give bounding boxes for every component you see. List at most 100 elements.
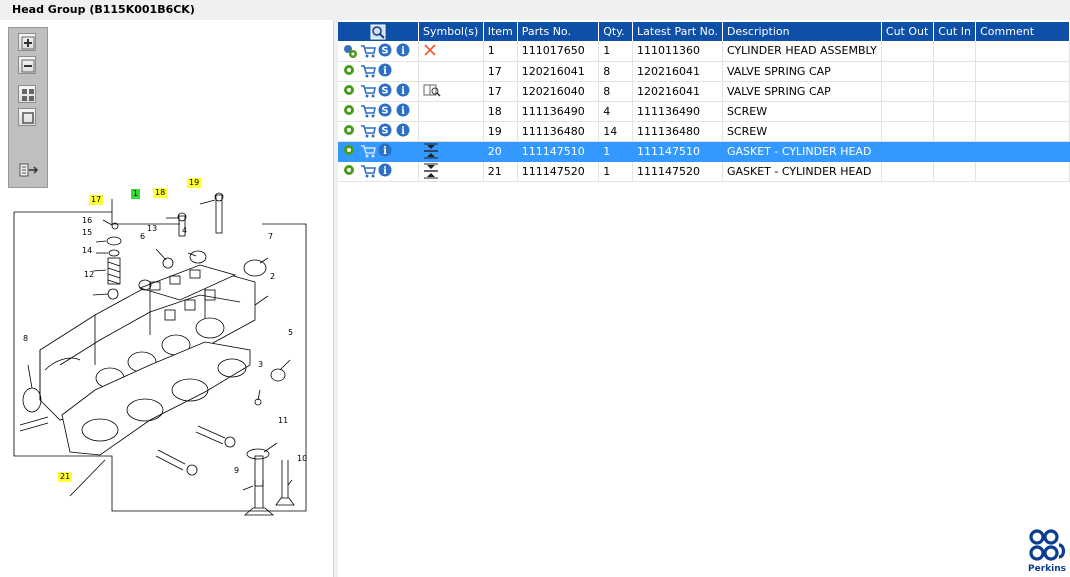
column-header-qty[interactable]: Qty. xyxy=(598,22,633,41)
description-cell: VALVE SPRING CAP xyxy=(722,61,882,82)
supersession-icon[interactable]: S xyxy=(378,83,394,99)
table-row[interactable]: i 21 111147520 1 111147520 GASKET - CYLINDER … xyxy=(338,161,1070,182)
gear-icon[interactable] xyxy=(342,143,358,159)
cut-out-cell xyxy=(881,81,935,102)
gears-icon[interactable] xyxy=(342,43,358,59)
callout-18[interactable]: 18 xyxy=(153,188,168,198)
window-title: Head Group (B115K001B6CK) xyxy=(12,3,195,16)
table-row[interactable]: Si 1 111017650 1 111011360 CYLINDER HEAD ASSE… xyxy=(338,41,1070,62)
cut-in-cell xyxy=(933,61,977,82)
qty-cell: 14 xyxy=(598,121,633,142)
info-icon[interactable]: i xyxy=(378,163,394,179)
svg-text:S: S xyxy=(381,126,388,137)
column-header-cut-out[interactable]: Cut Out xyxy=(881,22,935,41)
callout-8[interactable]: 8 xyxy=(21,334,30,344)
diagram-pane[interactable]: 17 1 18 19 16 15 14 13 6 4 7 12 2 8 5 3 … xyxy=(0,20,334,577)
callout-3[interactable]: 3 xyxy=(256,360,265,370)
column-header-parts-no[interactable]: Parts No. xyxy=(517,22,600,41)
column-header-item[interactable]: Item xyxy=(483,22,518,41)
symbol-cell xyxy=(418,61,484,82)
cart-icon[interactable] xyxy=(360,103,376,119)
callout-1[interactable]: 1 xyxy=(131,189,141,199)
gear-icon[interactable] xyxy=(342,123,358,139)
callout-7[interactable]: 7 xyxy=(266,232,275,242)
info-icon[interactable]: i xyxy=(378,143,394,159)
comment-cell xyxy=(975,41,1070,62)
cart-icon[interactable] xyxy=(360,63,376,79)
column-header-tools[interactable] xyxy=(338,22,419,41)
table-row[interactable]: i 17 120216041 8 120216041 VALVE SPRING CAP xyxy=(338,61,1070,82)
cart-icon[interactable] xyxy=(360,43,376,59)
parts-list-pane: Symbol(s) Item Parts No. Qty. Latest Par… xyxy=(338,20,1070,577)
callout-4[interactable]: 4 xyxy=(180,226,189,236)
callout-9[interactable]: 9 xyxy=(232,466,241,476)
item-cell: 19 xyxy=(483,121,518,142)
callout-2[interactable]: 2 xyxy=(268,272,277,282)
description-cell: SCREW xyxy=(722,121,882,142)
gear-icon[interactable] xyxy=(342,83,358,99)
callout-5[interactable]: 5 xyxy=(286,328,295,338)
info-icon[interactable]: i xyxy=(378,63,394,79)
comment-cell xyxy=(975,81,1070,102)
info-icon[interactable]: i xyxy=(396,83,412,99)
cross-icon[interactable] xyxy=(423,43,439,59)
info-icon[interactable]: i xyxy=(396,103,412,119)
callout-21[interactable]: 21 xyxy=(58,472,73,482)
description-cell: SCREW xyxy=(722,101,882,122)
table-row[interactable]: Si 19 111136480 14 111136480 SCREW xyxy=(338,121,1070,142)
latest-part-no-cell: 111136490 xyxy=(632,101,723,122)
supersession-icon[interactable]: S xyxy=(378,43,394,59)
callout-13[interactable]: 13 xyxy=(145,224,159,234)
callout-17[interactable]: 17 xyxy=(89,195,104,205)
cart-icon[interactable] xyxy=(360,83,376,99)
svg-text:S: S xyxy=(381,45,388,56)
cut-out-cell xyxy=(881,161,935,182)
comment-cell xyxy=(975,141,1070,162)
qty-cell: 1 xyxy=(598,41,633,62)
cart-icon[interactable] xyxy=(360,123,376,139)
callout-10[interactable]: 10 xyxy=(295,454,309,464)
item-cell: 17 xyxy=(483,81,518,102)
column-header-latest-part-no[interactable]: Latest Part No. xyxy=(632,22,723,41)
callout-15[interactable]: 15 xyxy=(80,228,94,238)
perkins-logo-icon xyxy=(1029,529,1066,561)
parts-no-cell: 111147520 xyxy=(517,161,600,182)
latest-part-no-cell: 120216041 xyxy=(632,81,723,102)
column-header-comment[interactable]: Comment xyxy=(975,22,1070,41)
gear-icon[interactable] xyxy=(342,163,358,179)
table-row[interactable]: i 20 111147510 1 111147510 GASKET - CYLINDER … xyxy=(338,141,1070,162)
compress-icon[interactable] xyxy=(423,143,439,159)
callout-14[interactable]: 14 xyxy=(80,246,94,256)
qty-cell: 8 xyxy=(598,81,633,102)
supersession-icon[interactable]: S xyxy=(378,123,394,139)
gear-icon[interactable] xyxy=(342,63,358,79)
info-icon[interactable]: i xyxy=(396,43,412,59)
column-header-symbols[interactable]: Symbol(s) xyxy=(418,22,484,41)
book-search-icon[interactable] xyxy=(423,83,441,99)
column-header-description[interactable]: Description xyxy=(722,22,882,41)
info-icon[interactable]: i xyxy=(396,123,412,139)
table-row[interactable]: Si 17 120216040 8 120216041 VALVE SPRING CAP xyxy=(338,81,1070,102)
parts-no-cell: 120216041 xyxy=(517,61,600,82)
supersession-icon[interactable]: S xyxy=(378,103,394,119)
item-cell: 1 xyxy=(483,41,518,62)
compress-icon[interactable] xyxy=(423,163,439,179)
row-actions: i xyxy=(338,61,419,82)
callout-6[interactable]: 6 xyxy=(138,232,147,242)
comment-cell xyxy=(975,61,1070,82)
callout-11[interactable]: 11 xyxy=(276,416,290,426)
qty-cell: 4 xyxy=(598,101,633,122)
exploded-diagram[interactable] xyxy=(0,20,334,577)
latest-part-no-cell: 120216041 xyxy=(632,61,723,82)
table-header: Symbol(s) Item Parts No. Qty. Latest Par… xyxy=(338,22,1070,41)
search-icon xyxy=(370,24,386,39)
callout-19[interactable]: 19 xyxy=(187,178,202,188)
cart-icon[interactable] xyxy=(360,163,376,179)
cart-disabled-icon[interactable] xyxy=(360,143,376,159)
table-row[interactable]: Si 18 111136490 4 111136490 SCREW xyxy=(338,101,1070,122)
callout-16[interactable]: 16 xyxy=(80,216,94,226)
column-header-cut-in[interactable]: Cut In xyxy=(933,22,977,41)
svg-text:S: S xyxy=(381,106,388,117)
gear-icon[interactable] xyxy=(342,103,358,119)
callout-12[interactable]: 12 xyxy=(82,270,96,280)
